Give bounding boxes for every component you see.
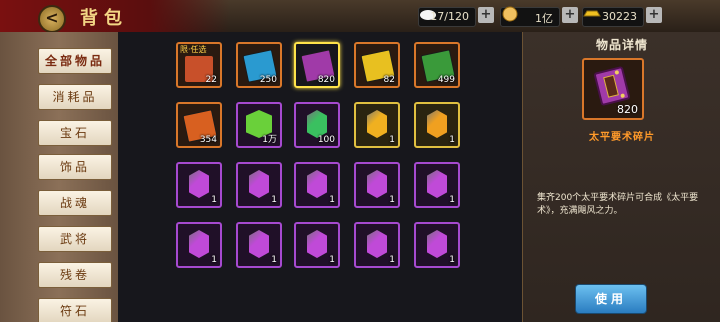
category-sidebar: 全部物品 消耗品 宝石 饰品 战魂 武将 残卷 符石 xyxy=(0,32,118,322)
item-slot[interactable]: 1 xyxy=(414,102,460,148)
item-slot[interactable]: 1 xyxy=(294,222,340,268)
item-qty: 1 xyxy=(449,195,455,205)
item-slot[interactable]: 限·任选 22 xyxy=(176,42,222,88)
item-slot[interactable]: 354 xyxy=(176,102,222,148)
crystal-icon xyxy=(367,230,387,258)
gold-ingot-icon xyxy=(581,6,603,28)
item-slot[interactable]: 1 xyxy=(414,162,460,208)
tab-all-items[interactable]: 全部物品 xyxy=(38,48,112,74)
crystal-icon xyxy=(307,110,327,138)
item-qty: 1 xyxy=(449,135,455,145)
item-qty: 1 xyxy=(329,255,335,265)
tab-generals[interactable]: 武将 xyxy=(38,226,112,252)
item-qty: 1 xyxy=(389,135,395,145)
top-bar: < 背包 17/120 + 1亿 + 30223 + xyxy=(0,0,720,34)
tab-gems[interactable]: 宝石 xyxy=(38,120,112,146)
item-qty: 820 xyxy=(317,75,335,85)
item-qty: 499 xyxy=(437,75,455,85)
gold-display: 30223 xyxy=(582,7,644,27)
item-tag: 限·任选 xyxy=(180,45,207,54)
selected-item-slot: 820 xyxy=(582,58,644,120)
item-slot[interactable]: 1万 xyxy=(236,102,282,148)
tab-runes[interactable]: 符石 xyxy=(38,298,112,322)
inventory-screen: < 背包 17/120 + 1亿 + 30223 + 全部物品 消耗品 宝石 饰… xyxy=(0,0,720,322)
use-button[interactable]: 使用 xyxy=(575,284,647,314)
purple-book-icon xyxy=(593,66,631,106)
item-slot[interactable]: 1 xyxy=(236,222,282,268)
selected-item-qty: 820 xyxy=(617,103,638,116)
tab-accessories[interactable]: 饰品 xyxy=(38,154,112,180)
item-slot[interactable]: 1 xyxy=(354,102,400,148)
crystal-icon xyxy=(427,230,447,258)
item-slot[interactable]: 1 xyxy=(236,162,282,208)
item-slot[interactable]: 1 xyxy=(176,162,222,208)
item-slot[interactable]: 250 xyxy=(236,42,282,88)
silver-display: 1亿 xyxy=(499,6,560,28)
silver-value: 1亿 xyxy=(535,12,553,25)
item-slot[interactable]: 1 xyxy=(176,222,222,268)
gold-value: 30223 xyxy=(602,10,637,23)
item-slot[interactable]: 820 xyxy=(294,42,340,88)
item-description: 集齐200个太平要术碎片可合成《太平要术》，充满飓风之力。 xyxy=(537,193,699,216)
item-qty: 22 xyxy=(205,75,217,85)
crystal-icon xyxy=(307,230,327,258)
crystal-icon xyxy=(189,230,209,258)
tab-battle-souls[interactable]: 战魂 xyxy=(38,190,112,216)
detail-heading: 物品详情 xyxy=(595,38,648,52)
add-silver-button[interactable]: + xyxy=(562,7,578,23)
item-slot[interactable]: 100 xyxy=(294,102,340,148)
page-title: 背包 xyxy=(80,8,128,29)
crystal-icon xyxy=(249,230,269,258)
crystal-icon xyxy=(427,170,447,198)
back-button[interactable]: < xyxy=(38,5,66,33)
bag-capacity-value: 17/120 xyxy=(430,10,469,23)
item-slot[interactable]: 1 xyxy=(294,162,340,208)
item-slot[interactable]: 1 xyxy=(354,222,400,268)
item-qty: 1 xyxy=(271,255,277,265)
item-qty: 1 xyxy=(389,255,395,265)
item-qty: 250 xyxy=(259,75,277,85)
item-qty: 100 xyxy=(317,135,335,145)
item-qty: 1 xyxy=(211,255,217,265)
item-qty: 1 xyxy=(449,255,455,265)
crystal-icon xyxy=(307,170,327,198)
item-detail-panel: 物品详情 820 太平要术碎片 集齐200个太平要术碎片可合成《太平要术》，充满… xyxy=(522,32,720,322)
tab-fragments[interactable]: 残卷 xyxy=(38,262,112,288)
back-arrow-icon: < xyxy=(45,8,59,27)
crystal-icon xyxy=(367,170,387,198)
item-name: 太平要术碎片 xyxy=(589,132,655,143)
item-slot[interactable]: 1 xyxy=(354,162,400,208)
crystal-icon xyxy=(189,170,209,198)
bag-capacity-display: 17/120 xyxy=(418,7,476,27)
item-qty: 82 xyxy=(383,75,395,85)
add-gold-button[interactable]: + xyxy=(646,7,662,23)
crystal-icon xyxy=(249,170,269,198)
item-qty: 1 xyxy=(271,195,277,205)
item-qty: 1 xyxy=(389,195,395,205)
item-qty: 1 xyxy=(329,195,335,205)
item-qty: 354 xyxy=(199,135,217,145)
crystal-icon xyxy=(427,110,447,138)
item-qty: 1 xyxy=(211,195,217,205)
item-slot[interactable]: 1 xyxy=(414,222,460,268)
item-slot[interactable]: 499 xyxy=(414,42,460,88)
item-slot[interactable]: 82 xyxy=(354,42,400,88)
add-capacity-button[interactable]: + xyxy=(478,7,494,23)
silver-coin-icon xyxy=(499,6,521,28)
tab-consumables[interactable]: 消耗品 xyxy=(38,84,112,110)
item-qty: 1万 xyxy=(262,135,277,145)
crystal-icon xyxy=(367,110,387,138)
item-grid: 限·任选 22 250 820 82 499 354 1万 100 1 1 1 1 1 1 1 1 1 1 1 1 xyxy=(118,32,522,322)
